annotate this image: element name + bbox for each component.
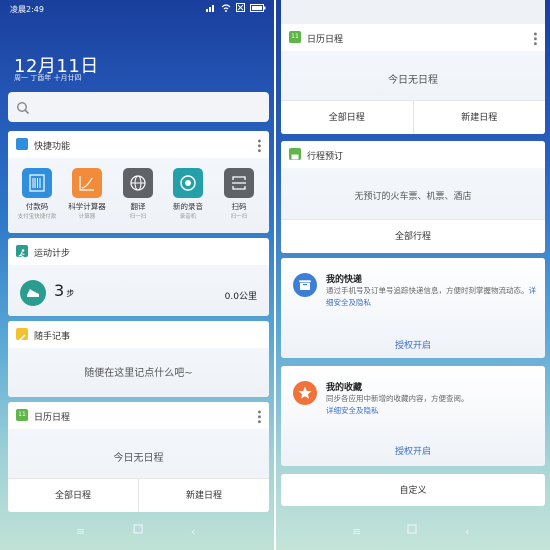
right-screen: 11 日历日程 ••• 今日无日程 全部日程 新建日程 行程预订 无预订的火车票… (276, 0, 550, 550)
card-title: 运动计步 (34, 249, 71, 259)
step-distance: 0.0公里 (224, 292, 257, 302)
signal-icon (206, 4, 216, 14)
quick-item-sub: 计算器 (78, 214, 96, 220)
menu-icon[interactable]: ≡ (352, 525, 361, 538)
card-title: 日历日程 (307, 35, 344, 45)
notes-placeholder: 随便在这里记点什么吧~ (84, 368, 193, 379)
new-schedule-button[interactable]: 新建日程 (412, 101, 546, 134)
privacy-link[interactable]: 详细安全及隐私 (326, 406, 379, 415)
card-title: 快捷功能 (34, 142, 71, 152)
back-icon[interactable]: ‹ (191, 525, 195, 538)
record-icon (173, 168, 203, 198)
quick-item-label: 扫码 (231, 202, 247, 211)
all-schedule-button[interactable]: 全部日程 (8, 479, 138, 512)
status-bar: 凌晨2:49 (0, 0, 274, 18)
trip-empty-text: 无预订的火车票、机票、酒店 (354, 192, 472, 202)
express-authorize-button[interactable]: 授权开启 (281, 338, 545, 351)
shoe-icon (20, 280, 46, 306)
navigation-bar: ≡ ‹ (276, 516, 550, 550)
barcode-icon (22, 168, 52, 198)
notes-card[interactable]: 随手记事 随便在这里记点什么吧~ (8, 321, 269, 397)
search-bar[interactable] (8, 92, 269, 122)
calendar-card: 11 日历日程 ••• 今日无日程 全部日程 新建日程 (8, 402, 269, 512)
quick-item-sub: 扫一扫 (129, 214, 147, 220)
calendar-empty-text: 今日无日程 (388, 75, 438, 86)
back-icon[interactable]: ‹ (465, 525, 469, 538)
trip-booking-card: 行程预订 无预订的火车票、机票、酒店 全部行程 (281, 141, 545, 253)
calendar-card: 11 日历日程 ••• 今日无日程 全部日程 新建日程 (281, 0, 545, 134)
calendar-icon: 11 (16, 409, 28, 421)
ticket-icon (289, 148, 301, 160)
favorites-authorize-button[interactable]: 授权开启 (281, 444, 545, 457)
quick-item-sub: 支付宝快捷付款 (17, 214, 57, 220)
quick-item-recording[interactable]: 新的录音 录音机 (168, 168, 208, 220)
calculator-icon (72, 168, 102, 198)
quick-item-label: 付款码 (25, 202, 49, 211)
quick-item-translate[interactable]: 翻译 扫一扫 (118, 168, 158, 220)
battery-icon (250, 3, 266, 14)
more-menu-icon[interactable]: ••• (529, 31, 540, 46)
step-count: 3步 (54, 281, 75, 300)
lunar-date: 周一 丁酉年 十月廿四 (14, 74, 82, 82)
more-menu-icon[interactable]: ••• (253, 409, 264, 424)
favorites-card: 我的收藏 同步各应用中新增的收藏内容，方便查阅。 详细安全及隐私 授权开启 (281, 366, 545, 466)
card-title: 行程预订 (307, 152, 344, 162)
step-counter-card[interactable]: 运动计步 3步 0.0公里 (8, 238, 269, 316)
navigation-bar: ≡ ‹ (0, 516, 274, 550)
quick-item-payment-code[interactable]: 付款码 支付宝快捷付款 (17, 168, 57, 220)
quick-item-label: 翻译 (130, 202, 146, 211)
status-time: 凌晨2:49 (10, 5, 44, 14)
customize-button[interactable]: 自定义 (281, 474, 545, 506)
running-icon (16, 245, 28, 260)
menu-icon[interactable]: ≡ (76, 525, 85, 538)
quick-item-label: 科学计算器 (68, 202, 106, 211)
calendar-empty-text: 今日无日程 (113, 453, 164, 464)
search-icon (16, 100, 30, 119)
all-schedule-button[interactable]: 全部日程 (281, 101, 413, 134)
calendar-icon: 11 (289, 31, 301, 43)
all-trips-button[interactable]: 全部行程 (281, 220, 545, 253)
scan-icon (224, 168, 254, 198)
globe-icon (123, 168, 153, 198)
more-menu-icon[interactable]: ••• (253, 138, 264, 153)
quick-item-label: 新的录音 (173, 202, 203, 211)
quick-item-sub: 扫一扫 (230, 214, 248, 220)
quick-item-scan[interactable]: 扫码 扫一扫 (219, 168, 259, 220)
sim-icon (236, 3, 245, 14)
wifi-icon (221, 3, 231, 14)
quick-item-calculator[interactable]: 科学计算器 计算器 (67, 168, 107, 220)
favorites-title: 我的收藏 (326, 383, 363, 393)
quick-functions-icon (16, 138, 28, 150)
new-schedule-button[interactable]: 新建日程 (138, 479, 269, 512)
card-title: 随手记事 (34, 332, 71, 342)
card-title: 日历日程 (34, 413, 71, 423)
home-icon[interactable] (133, 524, 143, 537)
quick-functions-card: 快捷功能 ••• 付款码 支付宝快捷付款 科学计算器 计算器 翻译 扫一扫 新的… (8, 131, 269, 233)
package-icon (293, 273, 317, 297)
home-icon[interactable] (407, 524, 417, 537)
express-description: 通过手机号及订单号追踪快递信息，方便时刻掌握物流动态。详细安全及隐私 (326, 286, 536, 307)
pencil-icon (16, 328, 28, 341)
customize-label: 自定义 (399, 486, 427, 496)
star-icon (293, 381, 317, 405)
express-card: 我的快递 通过手机号及订单号追踪快递信息，方便时刻掌握物流动态。详细安全及隐私 … (281, 258, 545, 358)
express-title: 我的快递 (326, 275, 363, 285)
left-screen: 凌晨2:49 12月11日 周一 丁酉年 十月廿四 快捷功能 ••• 付款码 支… (0, 0, 274, 550)
quick-item-sub: 录音机 (179, 214, 197, 220)
favorites-description: 同步各应用中新增的收藏内容，方便查阅。 详细安全及隐私 (326, 394, 469, 415)
